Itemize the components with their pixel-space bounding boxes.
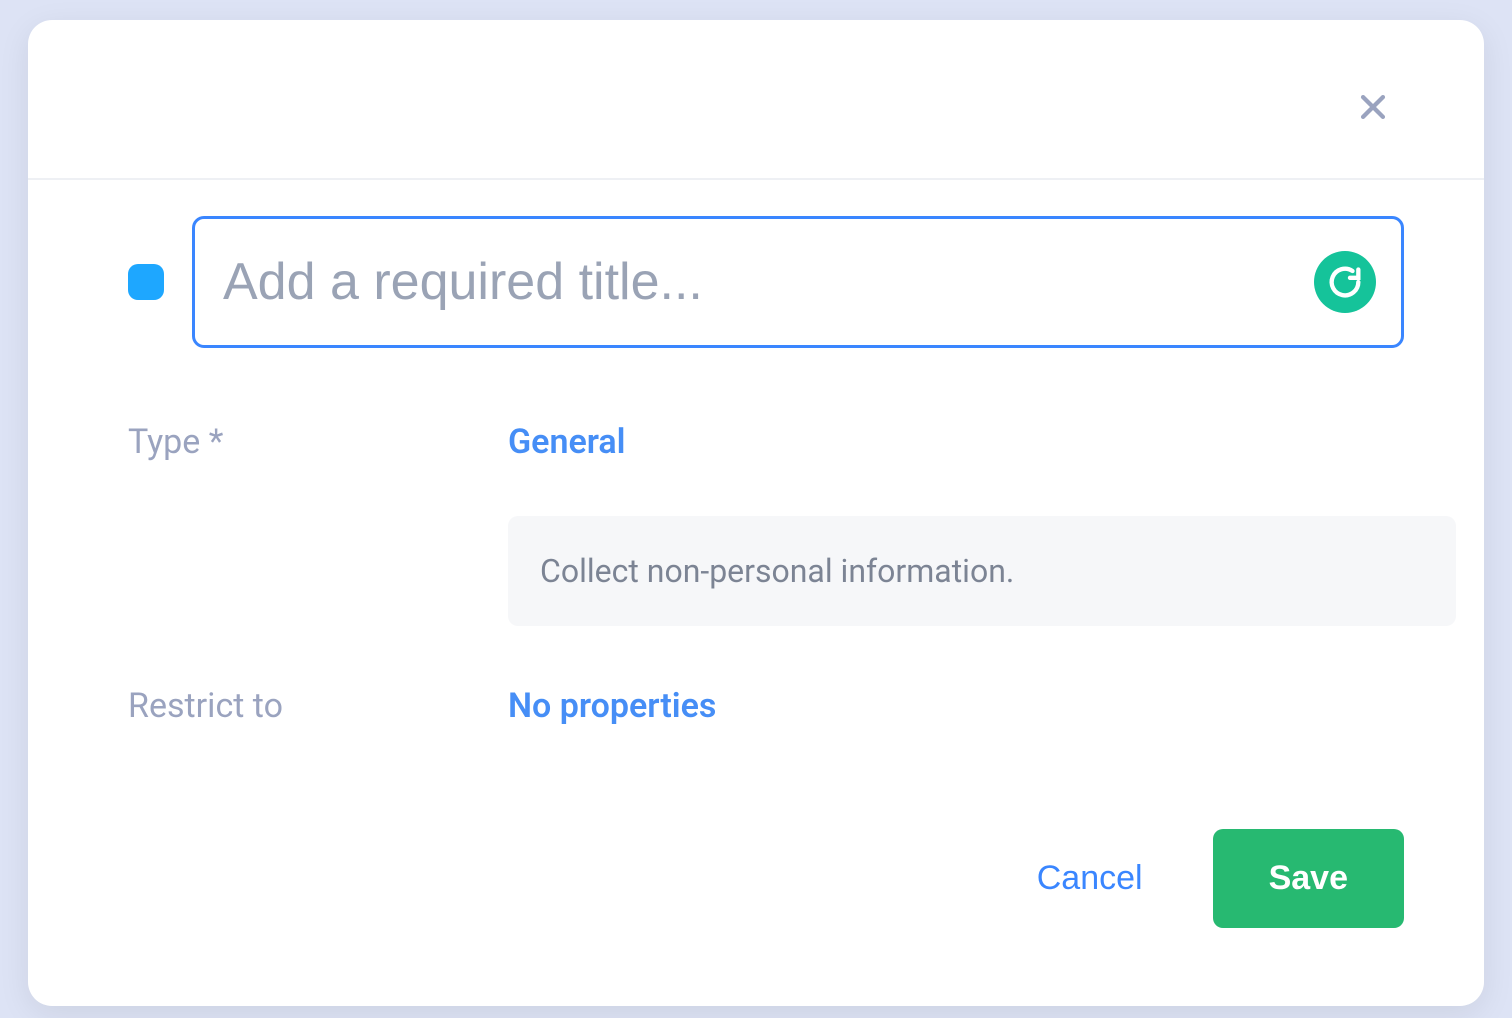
restrict-field-row: Restrict to No properties	[128, 682, 1404, 726]
color-swatch[interactable]	[128, 264, 164, 300]
type-value[interactable]: General	[508, 418, 626, 462]
restrict-value[interactable]: No properties	[508, 682, 716, 726]
type-description: Collect non-personal information.	[508, 516, 1456, 626]
save-button[interactable]: Save	[1213, 829, 1404, 928]
title-row	[128, 216, 1404, 348]
type-label: Type *	[128, 418, 508, 462]
cancel-button[interactable]: Cancel	[1029, 847, 1151, 910]
grammarly-icon[interactable]	[1314, 251, 1376, 313]
modal-body: Type * General Collect non-personal info…	[28, 180, 1484, 829]
title-input-wrapper	[192, 216, 1404, 348]
modal-header	[28, 20, 1484, 180]
modal-dialog: Type * General Collect non-personal info…	[28, 20, 1484, 1006]
close-button[interactable]	[1348, 82, 1398, 132]
close-icon	[1356, 90, 1390, 124]
title-input[interactable]	[192, 216, 1404, 348]
modal-footer: Cancel Save	[28, 829, 1484, 1006]
restrict-label: Restrict to	[128, 682, 508, 726]
type-field-row: Type * General	[128, 418, 1404, 462]
